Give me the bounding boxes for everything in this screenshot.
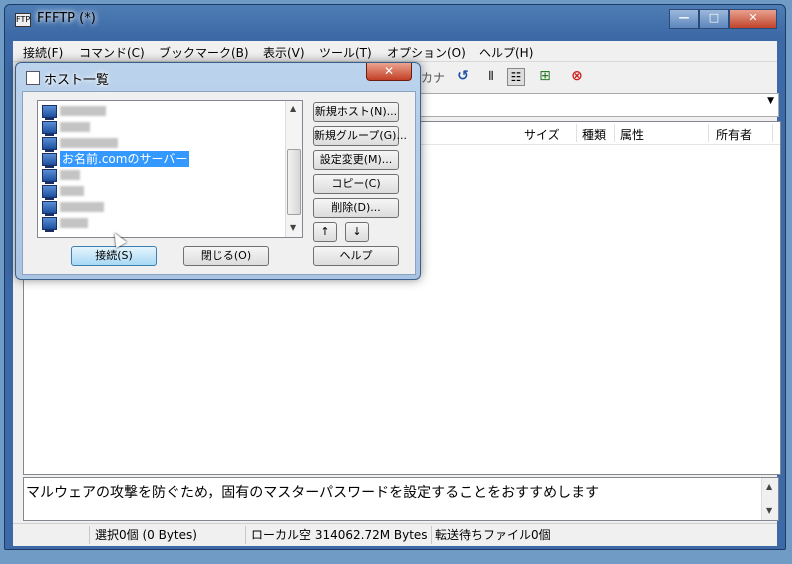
computer-icon bbox=[42, 137, 57, 152]
scroll-down-icon[interactable]: ▼ bbox=[290, 223, 296, 232]
message-text: マルウェアの攻撃を防ぐため，固有のマスターパスワードを設定することをおすすめしま… bbox=[26, 485, 600, 501]
redacted-host-label bbox=[60, 186, 84, 196]
refresh-icon[interactable]: ↺ bbox=[455, 68, 471, 84]
tree-icon[interactable]: ⊞ bbox=[537, 68, 553, 84]
new-host-button[interactable]: 新規ホスト(N)... bbox=[313, 102, 399, 122]
close-button[interactable]: ✕ bbox=[729, 9, 777, 29]
status-transfer-queue: 転送待ちファイル0個 bbox=[435, 528, 551, 542]
column-size[interactable]: サイズ bbox=[524, 126, 560, 143]
message-scrollbar[interactable]: ▲ ▼ bbox=[761, 478, 778, 520]
menu-connect[interactable]: 接続(F) bbox=[23, 44, 63, 61]
delete-button[interactable]: 削除(D)... bbox=[313, 198, 399, 218]
app-icon: FTP bbox=[15, 13, 31, 27]
redacted-host-label bbox=[60, 106, 106, 116]
move-down-button[interactable]: ↓ bbox=[345, 222, 369, 242]
toolbar-kana-label: カナ bbox=[421, 71, 446, 85]
redacted-host-label bbox=[60, 138, 118, 148]
host-label: お名前.comのサーバー bbox=[60, 151, 190, 167]
dialog-body: お名前.comのサーバー ▲ ▼ 新規ホスト(N)... 新規グループ(G)..… bbox=[22, 91, 416, 275]
host-list-item[interactable]: お名前.comのサーバー bbox=[42, 151, 288, 168]
scroll-up-icon[interactable]: ▲ bbox=[290, 104, 296, 113]
menu-command[interactable]: コマンド(C) bbox=[79, 44, 145, 61]
menu-bookmark[interactable]: ブックマーク(B) bbox=[159, 44, 249, 61]
scroll-up-icon[interactable]: ▲ bbox=[766, 482, 772, 491]
host-list-item[interactable] bbox=[42, 199, 288, 216]
copy-button[interactable]: コピー(C) bbox=[313, 174, 399, 194]
host-list-item[interactable] bbox=[42, 215, 288, 232]
menu-bar: 接続(F) コマンド(C) ブックマーク(B) 表示(V) ツール(T) オプシ… bbox=[13, 41, 777, 62]
column-owner[interactable]: 所有者 bbox=[716, 126, 752, 143]
scroll-thumb[interactable] bbox=[287, 149, 301, 215]
new-group-button[interactable]: 新規グループ(G)... bbox=[313, 126, 407, 146]
host-list-item[interactable] bbox=[42, 135, 288, 152]
host-list-scrollbar[interactable]: ▲ ▼ bbox=[285, 101, 302, 237]
move-up-button[interactable]: ↑ bbox=[313, 222, 337, 242]
computer-icon bbox=[42, 153, 57, 168]
title-bar: FTP FFFTP (*) — □ ✕ bbox=[5, 5, 785, 33]
computer-icon bbox=[42, 121, 57, 136]
menu-view[interactable]: 表示(V) bbox=[263, 44, 305, 61]
computer-icon bbox=[42, 169, 57, 184]
maximize-button[interactable]: □ bbox=[699, 9, 729, 29]
list-view-icon[interactable]: ⦀ bbox=[483, 68, 499, 84]
dialog-title: ホスト一覧 bbox=[44, 73, 110, 88]
status-bar: 選択0個 (0 Bytes) ローカル空 314062.72M Bytes 転送… bbox=[13, 523, 777, 546]
host-list-item[interactable] bbox=[42, 103, 288, 120]
host-list-item[interactable] bbox=[42, 183, 288, 200]
computer-icon bbox=[42, 185, 57, 200]
redacted-host-label bbox=[60, 218, 88, 228]
minimize-button[interactable]: — bbox=[669, 9, 699, 29]
detail-view-icon[interactable]: ☷ bbox=[507, 68, 525, 86]
edit-settings-button[interactable]: 設定変更(M)... bbox=[313, 150, 399, 170]
menu-tools[interactable]: ツール(T) bbox=[319, 44, 372, 61]
close-dialog-button[interactable]: 閉じる(O) bbox=[183, 246, 269, 266]
computer-icon bbox=[42, 217, 57, 232]
computer-icon bbox=[42, 201, 57, 216]
computer-icon bbox=[42, 105, 57, 120]
host-list[interactable]: お名前.comのサーバー ▲ ▼ bbox=[37, 100, 303, 238]
status-local-free: ローカル空 314062.72M Bytes bbox=[247, 526, 432, 544]
connect-button[interactable]: 接続(S) bbox=[71, 246, 157, 266]
redacted-host-label bbox=[60, 122, 90, 132]
redacted-host-label bbox=[60, 202, 104, 212]
redacted-host-label bbox=[60, 170, 80, 180]
help-button[interactable]: ヘルプ bbox=[313, 246, 399, 266]
window-title: FFFTP (*) bbox=[37, 11, 96, 26]
chevron-down-icon[interactable]: ▼ bbox=[767, 96, 774, 106]
stop-icon[interactable]: ⊗ bbox=[569, 68, 585, 84]
column-attr[interactable]: 属性 bbox=[620, 126, 644, 143]
menu-options[interactable]: オプション(O) bbox=[387, 44, 466, 61]
status-selection: 選択0個 (0 Bytes) bbox=[91, 526, 246, 544]
menu-help[interactable]: ヘルプ(H) bbox=[479, 44, 533, 61]
status-panel-0 bbox=[13, 526, 90, 544]
dialog-icon bbox=[26, 71, 40, 85]
column-type[interactable]: 種類 bbox=[582, 126, 606, 143]
dialog-close-button[interactable]: ✕ bbox=[366, 63, 412, 81]
host-list-dialog: ホスト一覧 ✕ お名前.comのサーバー ▲ ▼ 新規ホスト(N)... 新規グ… bbox=[15, 62, 421, 280]
message-box: マルウェアの攻撃を防ぐため，固有のマスターパスワードを設定することをおすすめしま… bbox=[23, 477, 779, 521]
remote-path-combo[interactable]: ▼ bbox=[413, 93, 779, 117]
scroll-down-icon[interactable]: ▼ bbox=[766, 506, 772, 515]
host-list-item[interactable] bbox=[42, 167, 288, 184]
host-list-item[interactable] bbox=[42, 119, 288, 136]
